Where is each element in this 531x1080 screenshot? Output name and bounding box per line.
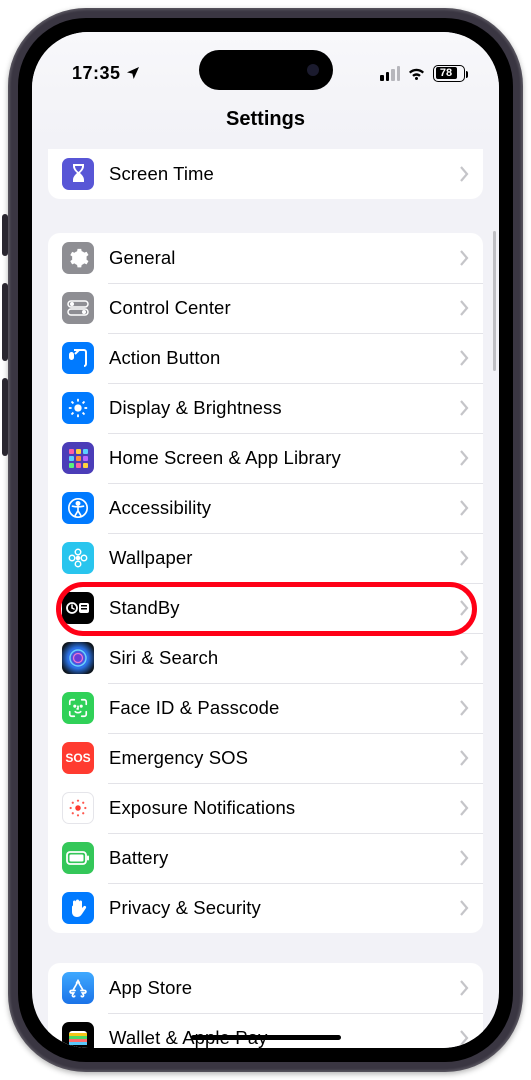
sun-icon <box>62 392 94 424</box>
exposure-icon <box>62 792 94 824</box>
row-label: Action Button <box>109 347 460 369</box>
wifi-icon <box>407 66 426 80</box>
row-label: Face ID & Passcode <box>109 697 460 719</box>
accessibility-icon <box>62 492 94 524</box>
location-icon <box>125 65 141 81</box>
row-action-button[interactable]: Action Button <box>48 333 483 383</box>
chevron-right-icon <box>460 700 469 716</box>
row-label: General <box>109 247 460 269</box>
row-label: App Store <box>109 977 460 999</box>
scroll-indicator <box>493 231 496 371</box>
hourglass-icon <box>62 158 94 190</box>
faceid-icon <box>62 692 94 724</box>
chevron-right-icon <box>460 1030 469 1046</box>
chevron-right-icon <box>460 450 469 466</box>
chevron-right-icon <box>460 650 469 666</box>
chevron-right-icon <box>460 250 469 266</box>
settings-group: Screen Time <box>48 149 483 199</box>
wallet-icon <box>62 1022 94 1048</box>
sos-icon: SOS <box>62 742 94 774</box>
row-exposure-notifications[interactable]: Exposure Notifications <box>48 783 483 833</box>
chevron-right-icon <box>460 600 469 616</box>
row-label: StandBy <box>109 597 460 619</box>
row-privacy-security[interactable]: Privacy & Security <box>48 883 483 933</box>
flower-icon <box>62 542 94 574</box>
chevron-right-icon <box>460 900 469 916</box>
row-battery[interactable]: Battery <box>48 833 483 883</box>
battery-icon <box>62 842 94 874</box>
home-indicator[interactable] <box>191 1035 341 1040</box>
appstore-icon <box>62 972 94 1004</box>
battery-icon: 78 <box>433 65 465 82</box>
row-face-id[interactable]: Face ID & Passcode <box>48 683 483 733</box>
chevron-right-icon <box>460 850 469 866</box>
row-home-screen[interactable]: Home Screen & App Library <box>48 433 483 483</box>
row-wallpaper[interactable]: Wallpaper <box>48 533 483 583</box>
chevron-right-icon <box>460 800 469 816</box>
gear-icon <box>62 242 94 274</box>
row-label: Wallpaper <box>109 547 460 569</box>
row-label: Emergency SOS <box>109 747 460 769</box>
chevron-right-icon <box>460 980 469 996</box>
row-display-brightness[interactable]: Display & Brightness <box>48 383 483 433</box>
standby-icon <box>62 592 94 624</box>
row-label: Siri & Search <box>109 647 460 669</box>
row-screen-time[interactable]: Screen Time <box>48 149 483 199</box>
row-label: Home Screen & App Library <box>109 447 460 469</box>
row-label: Screen Time <box>109 163 460 185</box>
row-label: Battery <box>109 847 460 869</box>
status-time: 17:35 <box>72 63 121 84</box>
settings-group: General Control Center <box>48 233 483 933</box>
row-label: Privacy & Security <box>109 897 460 919</box>
dynamic-island <box>199 50 333 90</box>
row-accessibility[interactable]: Accessibility <box>48 483 483 533</box>
chevron-right-icon <box>460 550 469 566</box>
row-label: Accessibility <box>109 497 460 519</box>
hand-icon <box>62 892 94 924</box>
cellular-icon <box>380 66 400 81</box>
chevron-right-icon <box>460 300 469 316</box>
row-wallet-apple-pay[interactable]: Wallet & Apple Pay <box>48 1013 483 1048</box>
chevron-right-icon <box>460 400 469 416</box>
siri-icon <box>62 642 94 674</box>
row-app-store[interactable]: App Store <box>48 963 483 1013</box>
app-grid-icon <box>62 442 94 474</box>
row-emergency-sos[interactable]: SOS Emergency SOS <box>48 733 483 783</box>
row-label: Control Center <box>109 297 460 319</box>
row-siri-search[interactable]: Siri & Search <box>48 633 483 683</box>
row-general[interactable]: General <box>48 233 483 283</box>
switches-icon <box>62 292 94 324</box>
chevron-right-icon <box>460 500 469 516</box>
action-button-icon <box>62 342 94 374</box>
row-control-center[interactable]: Control Center <box>48 283 483 333</box>
chevron-right-icon <box>460 750 469 766</box>
chevron-right-icon <box>460 166 469 182</box>
row-label: Display & Brightness <box>109 397 460 419</box>
page-title: Settings <box>32 96 499 147</box>
row-label: Exposure Notifications <box>109 797 460 819</box>
row-standby[interactable]: StandBy <box>48 583 483 633</box>
chevron-right-icon <box>460 350 469 366</box>
